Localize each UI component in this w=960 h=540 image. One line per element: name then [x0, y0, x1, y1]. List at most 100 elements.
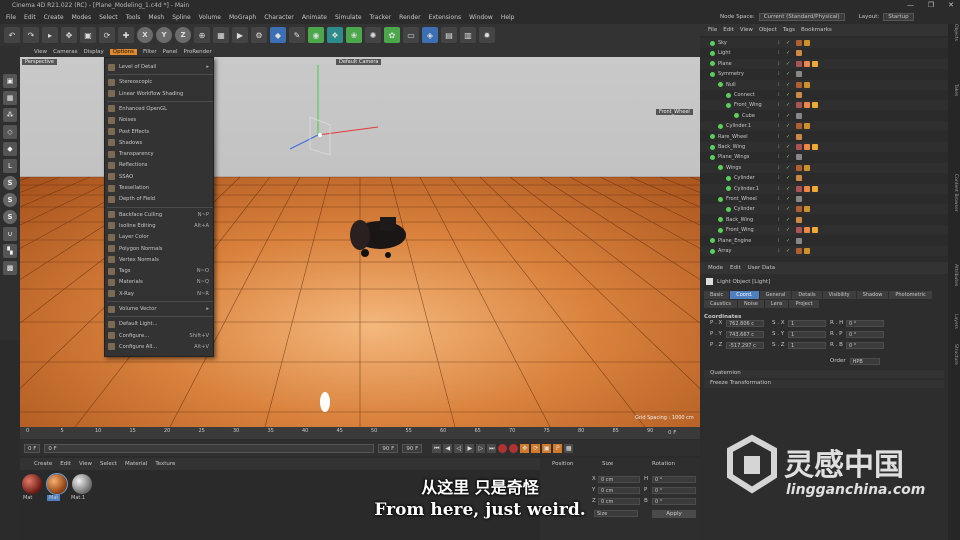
- material-tag-icon[interactable]: [796, 50, 802, 57]
- tab-coord[interactable]: Coord.: [730, 291, 759, 299]
- material-tag-icon[interactable]: [796, 133, 802, 140]
- polygons-mode-icon[interactable]: ◆: [3, 142, 17, 156]
- menu-item-tracker[interactable]: Tracker: [370, 14, 392, 21]
- grid-icon[interactable]: ▩: [3, 261, 17, 275]
- key-param-icon[interactable]: P: [553, 443, 563, 453]
- side-tab-structure[interactable]: Structure: [953, 344, 958, 365]
- side-tab-objects[interactable]: Objects: [953, 24, 958, 41]
- material-tag-icon[interactable]: [796, 206, 802, 213]
- viewport-menu-view[interactable]: View: [34, 49, 47, 55]
- object-menu-tags[interactable]: Tags: [783, 27, 795, 33]
- object-enabled-icon[interactable]: ✓: [786, 248, 790, 254]
- keyframe-icon[interactable]: ✥: [520, 443, 530, 453]
- material-tag-icon[interactable]: [804, 185, 810, 192]
- object-enabled-icon[interactable]: ✓: [786, 102, 790, 108]
- object-visibility-icon[interactable]: ⁞: [778, 134, 780, 140]
- object-visibility-icon[interactable]: ⁞: [778, 123, 780, 129]
- model-mode-icon[interactable]: ▣: [3, 74, 17, 88]
- object-visibility-icon[interactable]: ⁞: [778, 206, 780, 212]
- object-visibility-icon[interactable]: ⁞: [778, 165, 780, 171]
- tab-photometric[interactable]: Photometric: [889, 291, 932, 299]
- cloner-icon[interactable]: ❖: [327, 27, 343, 43]
- options-item-linear-workflow-shading[interactable]: Linear Workflow Shading: [105, 89, 215, 99]
- tag-icon[interactable]: ◈: [422, 27, 438, 43]
- object-enabled-icon[interactable]: ✓: [786, 154, 790, 160]
- menu-item-spline[interactable]: Spline: [172, 14, 190, 21]
- options-item-transparency[interactable]: Transparency: [105, 149, 215, 159]
- material-tag-icon[interactable]: [796, 92, 802, 98]
- object-visibility-icon[interactable]: ⁞: [778, 217, 780, 223]
- attribute-field[interactable]: 0 °: [846, 331, 884, 338]
- tab-basic[interactable]: Basic: [704, 291, 730, 299]
- options-item-tags[interactable]: Tags N~O: [105, 266, 215, 276]
- object-visibility-icon[interactable]: ⁞: [778, 113, 780, 119]
- material-tag-icon[interactable]: [796, 216, 802, 223]
- object-row[interactable]: Symmetry ⁞ ✓: [700, 69, 948, 79]
- field-icon[interactable]: ✿: [384, 27, 400, 43]
- material-tag-icon[interactable]: [796, 196, 802, 202]
- object-visibility-icon[interactable]: ⁞: [778, 40, 780, 46]
- options-item-depth-of-field[interactable]: Depth of Field: [105, 194, 215, 204]
- object-row[interactable]: Connect ⁞ ✓: [700, 90, 948, 100]
- tab-project[interactable]: Project: [789, 300, 819, 308]
- attribute-menu-mode[interactable]: Mode: [708, 265, 723, 271]
- side-tab-layers[interactable]: Layers: [953, 314, 958, 329]
- object-row[interactable]: Null ⁞ ✓: [700, 79, 948, 90]
- material-tag-icon[interactable]: [796, 40, 802, 46]
- tab-noise[interactable]: Noise: [738, 300, 764, 308]
- options-item-x-ray[interactable]: X-Ray N~R: [105, 289, 215, 299]
- material-menu-edit[interactable]: Edit: [60, 461, 71, 467]
- object-enabled-icon[interactable]: ✓: [786, 227, 790, 233]
- attribute-menu-user-data[interactable]: User Data: [748, 265, 775, 271]
- goto-start-icon[interactable]: ⏮: [432, 443, 442, 453]
- minimize-button[interactable]: —: [907, 1, 914, 9]
- object-visibility-icon[interactable]: ⁞: [778, 186, 780, 192]
- options-item-tessellation[interactable]: Tessellation: [105, 183, 215, 193]
- end-frame-field[interactable]: 90 F: [378, 443, 399, 453]
- object-row[interactable]: Sky ⁞ ✓: [700, 38, 948, 48]
- tab-caustics[interactable]: Caustics: [704, 300, 738, 308]
- material-tag-icon[interactable]: [804, 164, 810, 171]
- object-visibility-icon[interactable]: ⁞: [778, 71, 780, 77]
- material-tag-icon[interactable]: [812, 60, 818, 67]
- attribute-field[interactable]: 1: [788, 320, 826, 327]
- menu-item-create[interactable]: Create: [44, 14, 64, 21]
- quaternion-section[interactable]: Quaternion: [704, 370, 944, 378]
- subdivision-icon[interactable]: ◉: [308, 27, 324, 43]
- object-enabled-icon[interactable]: ✓: [786, 186, 790, 192]
- create-icon[interactable]: ✚: [118, 27, 134, 43]
- next-key-icon[interactable]: ▷: [476, 443, 486, 453]
- order-select[interactable]: HPB: [849, 358, 880, 365]
- viewport-menu-options[interactable]: Options: [109, 48, 138, 55]
- object-menu-edit[interactable]: Edit: [723, 27, 734, 33]
- object-row[interactable]: Plane ⁞ ✓: [700, 58, 948, 69]
- snap3-icon[interactable]: S: [3, 210, 17, 224]
- viewport-menu-panel[interactable]: Panel: [163, 49, 178, 55]
- object-visibility-icon[interactable]: ⁞: [778, 50, 780, 56]
- options-item-polygon-normals[interactable]: Polygon Normals: [105, 244, 215, 254]
- coord-system-icon[interactable]: ⊕: [194, 27, 210, 43]
- object-row[interactable]: Cylinder ⁞ ✓: [700, 204, 948, 215]
- options-item-noises[interactable]: Noises: [105, 115, 215, 125]
- object-enabled-icon[interactable]: ✓: [786, 238, 790, 244]
- attribute-field[interactable]: -517.297 c: [726, 342, 764, 349]
- end-frame-field-2[interactable]: 90 F: [402, 443, 423, 453]
- menu-item-modes[interactable]: Modes: [72, 14, 91, 21]
- object-visibility-icon[interactable]: ⁞: [778, 238, 780, 244]
- side-tab-content-browser[interactable]: Content Browser: [953, 174, 958, 212]
- object-row[interactable]: Cylinder.1 ⁞ ✓: [700, 121, 948, 132]
- material-menu-select[interactable]: Select: [100, 461, 117, 467]
- material-tag-icon[interactable]: [804, 81, 810, 88]
- object-visibility-icon[interactable]: ⁞: [778, 61, 780, 67]
- material-tag-icon[interactable]: [812, 227, 818, 234]
- material-tag-icon[interactable]: [804, 248, 810, 254]
- menu-item-animate[interactable]: Animate: [302, 14, 327, 21]
- options-item-post-effects[interactable]: Post Effects: [105, 127, 215, 137]
- move-icon[interactable]: ✥: [61, 27, 77, 43]
- material-menu-view[interactable]: View: [79, 461, 92, 467]
- key-pla-icon[interactable]: ▦: [564, 443, 574, 453]
- object-enabled-icon[interactable]: ✓: [786, 123, 790, 129]
- options-item-vertex-normals[interactable]: Vertex Normals: [105, 255, 215, 265]
- attribute-field[interactable]: 1: [788, 342, 826, 349]
- material-tag-icon[interactable]: [796, 102, 802, 109]
